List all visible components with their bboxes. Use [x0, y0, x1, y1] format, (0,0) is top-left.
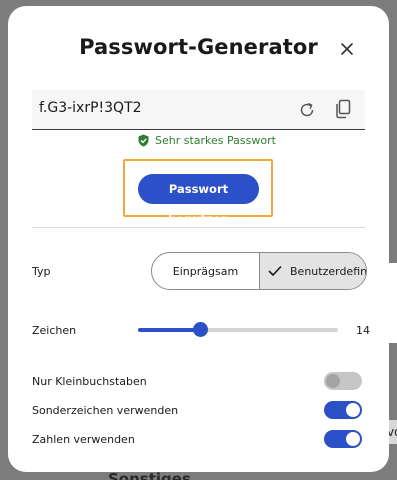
toggle-knob	[346, 403, 360, 417]
copy-icon	[336, 99, 351, 119]
close-button[interactable]	[338, 40, 356, 58]
option-label: Sonderzeichen verwenden	[32, 404, 179, 417]
password-field[interactable]: f.G3-ixrP!3QT2	[32, 90, 365, 130]
numbers-toggle[interactable]	[324, 430, 362, 448]
refresh-icon	[300, 102, 314, 117]
checkmark-icon	[268, 265, 282, 277]
close-icon	[341, 43, 353, 55]
regenerate-button[interactable]	[298, 101, 316, 119]
use-password-button[interactable]: Passwort benutzen	[138, 174, 259, 226]
lowercase-only-toggle[interactable]	[324, 372, 362, 390]
length-value: 14	[356, 324, 370, 337]
password-generator-dialog: Passwort-Generator f.G3-ixrP!3QT2 Sehr s…	[8, 6, 389, 472]
length-slider[interactable]	[138, 322, 338, 337]
toggle-knob	[326, 374, 340, 388]
divider	[32, 227, 365, 228]
type-option-label: Einprägsam	[172, 264, 239, 278]
dialog-title: Passwort-Generator	[79, 35, 318, 59]
type-option-label: Benutzerdefini	[290, 264, 367, 278]
length-label: Zeichen	[32, 324, 77, 337]
shield-check-icon	[138, 134, 149, 146]
copy-button[interactable]	[334, 99, 352, 119]
slider-thumb[interactable]	[193, 322, 208, 337]
type-selector: Einprägsam Benutzerdefini	[151, 252, 367, 290]
type-option-memorable[interactable]: Einprägsam	[152, 253, 259, 289]
option-label: Zahlen verwenden	[32, 433, 135, 446]
option-label: Nur Kleinbuchstaben	[32, 375, 147, 388]
type-option-custom[interactable]: Benutzerdefini	[259, 253, 367, 289]
strength-label: Sehr starkes Passwort	[155, 133, 276, 147]
special-chars-toggle[interactable]	[324, 401, 362, 419]
password-value: f.G3-ixrP!3QT2	[39, 100, 142, 116]
type-label: Typ	[32, 265, 51, 278]
background-panel	[389, 263, 397, 343]
password-strength: Sehr starkes Passwort	[138, 133, 276, 147]
toggle-knob	[346, 432, 360, 446]
slider-fill	[138, 328, 200, 332]
